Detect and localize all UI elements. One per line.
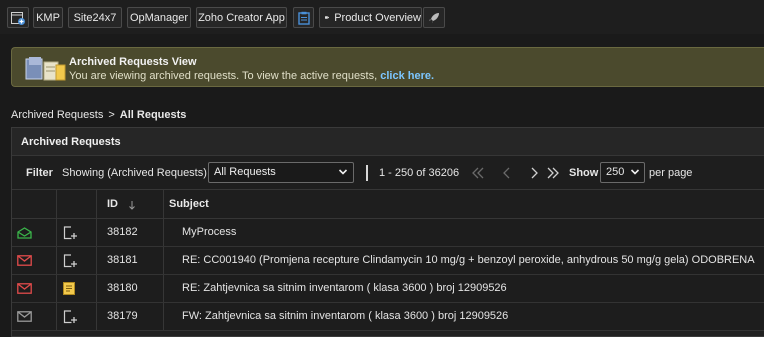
request-view-select[interactable]: All Requests (208, 162, 354, 183)
column-divider (96, 247, 97, 274)
table-row[interactable]: 38181 RE: CC001940 (Promjena recepture Cl… (12, 247, 764, 275)
pagination-range: 1 - 250 of 36206 (379, 167, 460, 179)
previous-page-icon[interactable] (503, 167, 510, 179)
column-divider (163, 275, 164, 302)
column-divider (163, 303, 164, 330)
archive-files-icon (25, 57, 66, 81)
column-divider (163, 247, 164, 274)
table-row[interactable]: 38179 FW: Zahtjevnica sa sitnim inventaro… (12, 303, 764, 331)
note-icon[interactable] (63, 282, 75, 298)
site24x7-button[interactable]: Site24x7 (68, 7, 122, 28)
new-window-icon[interactable] (7, 7, 29, 28)
request-id[interactable]: 38180 (107, 275, 138, 302)
archived-requests-panel: Archived Requests Filter Showing (Archiv… (11, 127, 764, 337)
request-id[interactable]: 38179 (107, 303, 138, 330)
envelope-icon[interactable] (17, 283, 32, 297)
breadcrumb: Archived Requests > All Requests (11, 109, 186, 121)
last-page-icon[interactable] (547, 167, 559, 179)
rocket-icon[interactable] (423, 7, 445, 28)
column-divider (56, 275, 57, 302)
request-subject[interactable]: RE: CC001940 (Promjena recepture Clindam… (182, 247, 755, 274)
next-page-icon[interactable] (531, 167, 538, 179)
per-page-select[interactable]: 250 (600, 162, 645, 183)
column-divider (56, 303, 57, 330)
active-requests-link[interactable]: click here. (380, 70, 434, 82)
per-page-label: per page (649, 167, 693, 179)
opmanager-button[interactable]: OpManager (127, 7, 191, 28)
request-subject[interactable]: FW: Zahtjevnica sa sitnim inventarom ( k… (182, 303, 508, 330)
breadcrumb-separator: > (108, 109, 115, 121)
banner-message: You are viewing archived requests. To vi… (69, 70, 378, 82)
column-id-label: ID (107, 198, 118, 210)
chevron-down-icon (630, 169, 640, 175)
breadcrumb-current: All Requests (119, 109, 187, 121)
add-note-icon[interactable] (63, 226, 77, 243)
kmp-button[interactable]: KMP (33, 7, 63, 28)
column-header-id[interactable]: ID (107, 190, 135, 219)
chevron-down-icon (338, 169, 348, 175)
showing-label: Showing (Archived Requests) (62, 167, 207, 179)
column-divider (96, 219, 97, 246)
product-overview-label: Product Overview (334, 11, 421, 24)
banner-title: Archived Requests View (69, 56, 197, 68)
sort-arrow-down-icon (129, 201, 135, 210)
per-page-value: 250 (606, 166, 625, 178)
add-note-icon[interactable] (63, 310, 77, 327)
divider (366, 165, 368, 181)
column-divider (163, 190, 164, 218)
request-view-value: All Requests (214, 166, 276, 178)
column-divider (96, 303, 97, 330)
filter-bar: Filter Showing (Archived Requests) All R… (12, 156, 764, 190)
table-header: ID Subject (12, 190, 764, 219)
product-overview-button[interactable]: Product Overview (319, 7, 422, 28)
filter-label: Filter (26, 167, 53, 179)
pagination-controls (472, 167, 559, 179)
top-toolbar: KMP Site24x7 OpManager Zoho Creator App … (0, 0, 764, 34)
column-header-subject[interactable]: Subject (169, 190, 209, 219)
open-envelope-icon[interactable] (17, 227, 32, 242)
column-divider (96, 275, 97, 302)
clipboard-icon[interactable] (293, 7, 314, 28)
panel-title: Archived Requests (12, 128, 764, 156)
request-id[interactable]: 38181 (107, 247, 138, 274)
request-id[interactable]: 38182 (107, 219, 138, 246)
column-divider (56, 219, 57, 246)
table-row[interactable]: 38180 RE: Zahtjevnica sa sitnim inventaro… (12, 275, 764, 303)
show-label: Show (569, 167, 599, 179)
archived-view-banner: Archived Requests View You are viewing a… (11, 47, 764, 87)
table-row[interactable]: 38182 MyProcess (12, 219, 764, 247)
breadcrumb-archived-requests[interactable]: Archived Requests (11, 109, 103, 121)
column-divider (56, 247, 57, 274)
request-subject[interactable]: RE: Zahtjevnica sa sitnim inventarom ( k… (182, 275, 507, 302)
banner-text: You are viewing archived requests. To vi… (69, 70, 434, 82)
column-divider (96, 190, 97, 218)
column-divider (163, 219, 164, 246)
add-note-icon[interactable] (63, 254, 77, 271)
zoho-creator-app-button[interactable]: Zoho Creator App (196, 7, 287, 28)
envelope-icon[interactable] (17, 255, 32, 269)
first-page-icon[interactable] (472, 167, 484, 179)
video-camera-icon (325, 16, 330, 19)
request-subject[interactable]: MyProcess (182, 219, 236, 246)
column-divider (56, 190, 57, 218)
envelope-icon[interactable] (17, 311, 32, 325)
